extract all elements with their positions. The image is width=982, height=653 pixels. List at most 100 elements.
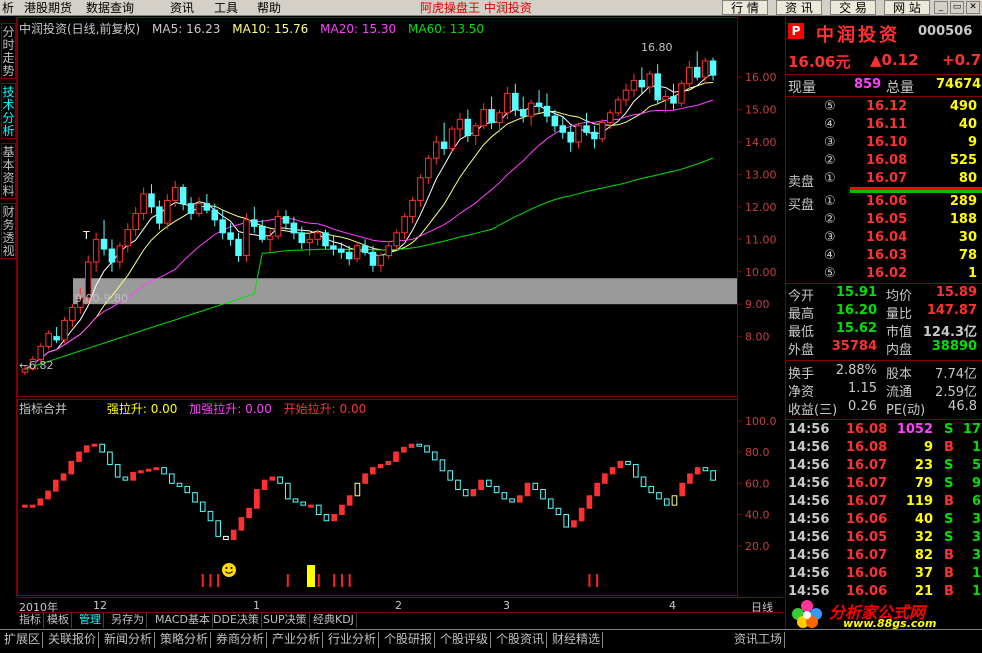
- tab-stock-news[interactable]: 个股资讯: [494, 632, 548, 648]
- candle: [393, 229, 400, 250]
- tick-price: 16.06: [846, 566, 888, 581]
- menu-item-hk-futures[interactable]: 港股期货: [24, 0, 72, 16]
- tab-news-workshop[interactable]: 资讯工场: [732, 632, 786, 648]
- tab-finance-picks[interactable]: 财经精选: [550, 632, 604, 648]
- buy-label: 买盘: [788, 198, 815, 213]
- tab-basic-info[interactable]: 基本资料: [1, 143, 16, 199]
- signal-mark: [201, 574, 204, 587]
- restore-icon[interactable]: ▭: [950, 1, 964, 14]
- logo-url: www.88gs.com: [843, 617, 937, 630]
- indicator-bar: [168, 473, 175, 484]
- indicator-bar: [532, 482, 539, 491]
- site-logo: 分析家公式网 www.88gs.com: [785, 597, 982, 630]
- tab-kdj[interactable]: 经典KDJ: [311, 613, 357, 628]
- tab-manage[interactable]: 管理: [77, 613, 104, 628]
- candle: [69, 304, 76, 327]
- tick-row: 14:56 16.07 79 S 9: [786, 476, 982, 494]
- indicator-bar: [199, 501, 206, 512]
- quotes-button[interactable]: 行 情: [722, 0, 768, 15]
- tick-row: 14:56 16.06 37 B 1: [786, 566, 982, 584]
- indicator-bar: [331, 514, 338, 522]
- indicator-bar: [346, 495, 353, 506]
- tab-template[interactable]: 模板: [45, 613, 72, 628]
- menu-item-analysis[interactable]: 析: [2, 0, 14, 16]
- indicator-bar: [617, 460, 624, 469]
- tick-row: 14:56 16.08 1052 S 17: [786, 422, 982, 440]
- candle: [124, 223, 132, 253]
- menu-item-news[interactable]: 资讯: [170, 0, 194, 16]
- indicator-bar: [694, 467, 701, 475]
- menu-item-tools[interactable]: 工具: [214, 0, 238, 16]
- tick-time: 14:56: [788, 422, 830, 437]
- sell-price: 16.11: [866, 117, 908, 132]
- minimize-icon[interactable]: _: [934, 1, 948, 14]
- legend-ma5: MA5: 16.23: [152, 22, 221, 36]
- sell-level: ③: [824, 135, 836, 150]
- tick-side: S: [944, 458, 954, 473]
- candle: [361, 239, 369, 256]
- candle: [179, 184, 187, 211]
- indicator-enhanced-pull: 加强拉升: 0.00: [189, 402, 272, 416]
- tab-time-sharing[interactable]: 分时走势: [1, 23, 16, 79]
- ind-y-tick-label: 100.0: [745, 415, 777, 428]
- sell-row-3: ③ 16.10 9: [786, 135, 982, 153]
- tick-row: 14:56 16.07 23 S 5: [786, 458, 982, 476]
- close-icon[interactable]: ✕: [966, 1, 980, 14]
- indicator-bar: [122, 476, 129, 481]
- buy-price: 16.05: [866, 212, 908, 227]
- ind-y-tick-label: 80.0: [745, 446, 770, 459]
- stat-value: 46.8: [948, 399, 977, 414]
- candle: [527, 99, 535, 126]
- stat-key: PE(动): [886, 403, 926, 418]
- tab-broker-analysis[interactable]: 券商分析: [214, 632, 268, 648]
- indicator-bar: [114, 464, 121, 478]
- tab-extension[interactable]: 扩展区: [2, 632, 44, 648]
- candle: [330, 236, 337, 256]
- tab-news-analysis[interactable]: 新闻分析: [102, 632, 156, 648]
- tab-industry-chain[interactable]: 产业分析: [270, 632, 324, 648]
- stat-value: 2.88%: [835, 363, 877, 378]
- tab-sup[interactable]: SUP决策: [261, 613, 310, 628]
- candle: [100, 219, 108, 256]
- tab-stock-rating[interactable]: 个股评级: [438, 632, 492, 648]
- website-button[interactable]: 网 站: [884, 0, 930, 15]
- tab-sector-analysis[interactable]: 行业分析: [326, 632, 380, 648]
- tab-stock-research[interactable]: 个股研报: [382, 632, 436, 648]
- tab-technical-analysis[interactable]: 技术分析: [1, 83, 16, 139]
- y-tick-label: 13.00: [745, 168, 777, 181]
- menu-item-data-query[interactable]: 数据查询: [86, 0, 134, 16]
- candle: [646, 70, 654, 94]
- stat-key: 最高: [788, 307, 815, 322]
- tab-financial[interactable]: 财务透视: [1, 203, 16, 259]
- candle: [599, 119, 606, 143]
- app-title: 阿虎操盘王 中润投资: [420, 1, 532, 15]
- y-tick-label: 8.00: [745, 331, 770, 344]
- y-tick-label: 11.00: [745, 233, 777, 246]
- stat-key: 市值: [886, 325, 913, 340]
- buy-level: ③: [824, 230, 836, 245]
- menu-item-help[interactable]: 帮助: [257, 0, 281, 16]
- buy-row-4: ④ 16.03 78: [786, 248, 982, 266]
- indicator-bar: [486, 479, 492, 487]
- stat-value: 2.59亿: [935, 385, 977, 400]
- indicator-bar: [493, 485, 500, 494]
- trade-button[interactable]: 交 易: [830, 0, 876, 15]
- tab-related-quotes[interactable]: 关联报价: [46, 632, 100, 648]
- indicator-bar: [400, 446, 407, 453]
- tick-price: 16.06: [846, 512, 888, 527]
- tab-macd[interactable]: MACD基本: [153, 613, 213, 628]
- news-button[interactable]: 资 讯: [776, 0, 822, 15]
- low-arrow-icon: ←: [19, 359, 28, 372]
- indicator-bar: [315, 504, 322, 516]
- tab-strategy-analysis[interactable]: 策略分析: [158, 632, 212, 648]
- indicator-bar: [238, 517, 245, 531]
- tick-volume: 119: [905, 494, 933, 509]
- tab-dde[interactable]: DDE决策: [211, 613, 262, 628]
- candle: [543, 93, 551, 123]
- tab-indicator[interactable]: 指标: [17, 613, 44, 628]
- tick-count: 9: [971, 476, 981, 491]
- kline-chart[interactable]: 16.00 15.00 14.00 13.00 12.00 11.00 10.00 9.00 8…: [17, 17, 783, 597]
- signal-mark: [340, 574, 343, 587]
- tab-save-as[interactable]: 另存为: [109, 613, 147, 628]
- indicator-bar: [323, 514, 330, 522]
